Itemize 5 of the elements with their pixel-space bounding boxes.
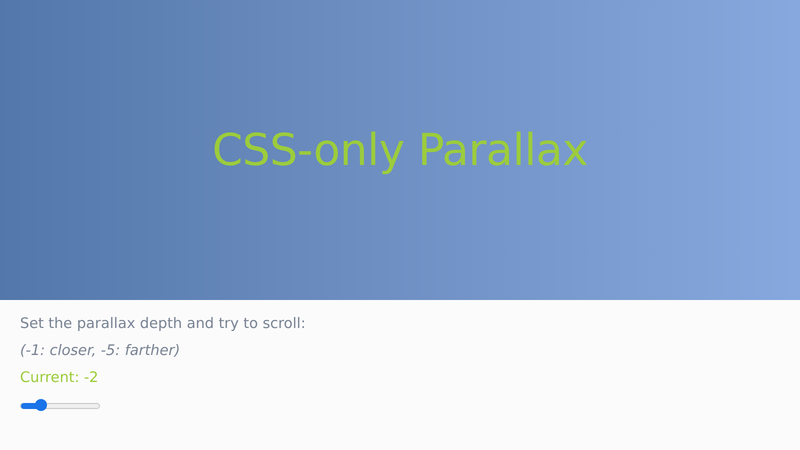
instruction-text: Set the parallax depth and try to scroll: bbox=[20, 315, 306, 334]
current-value-text: Current: -2 bbox=[20, 369, 98, 388]
hint-text: (-1: closer, -5: farther) bbox=[20, 342, 180, 361]
slider-thumb[interactable] bbox=[34, 399, 46, 411]
hero-title: CSS-only Parallax bbox=[212, 124, 588, 176]
